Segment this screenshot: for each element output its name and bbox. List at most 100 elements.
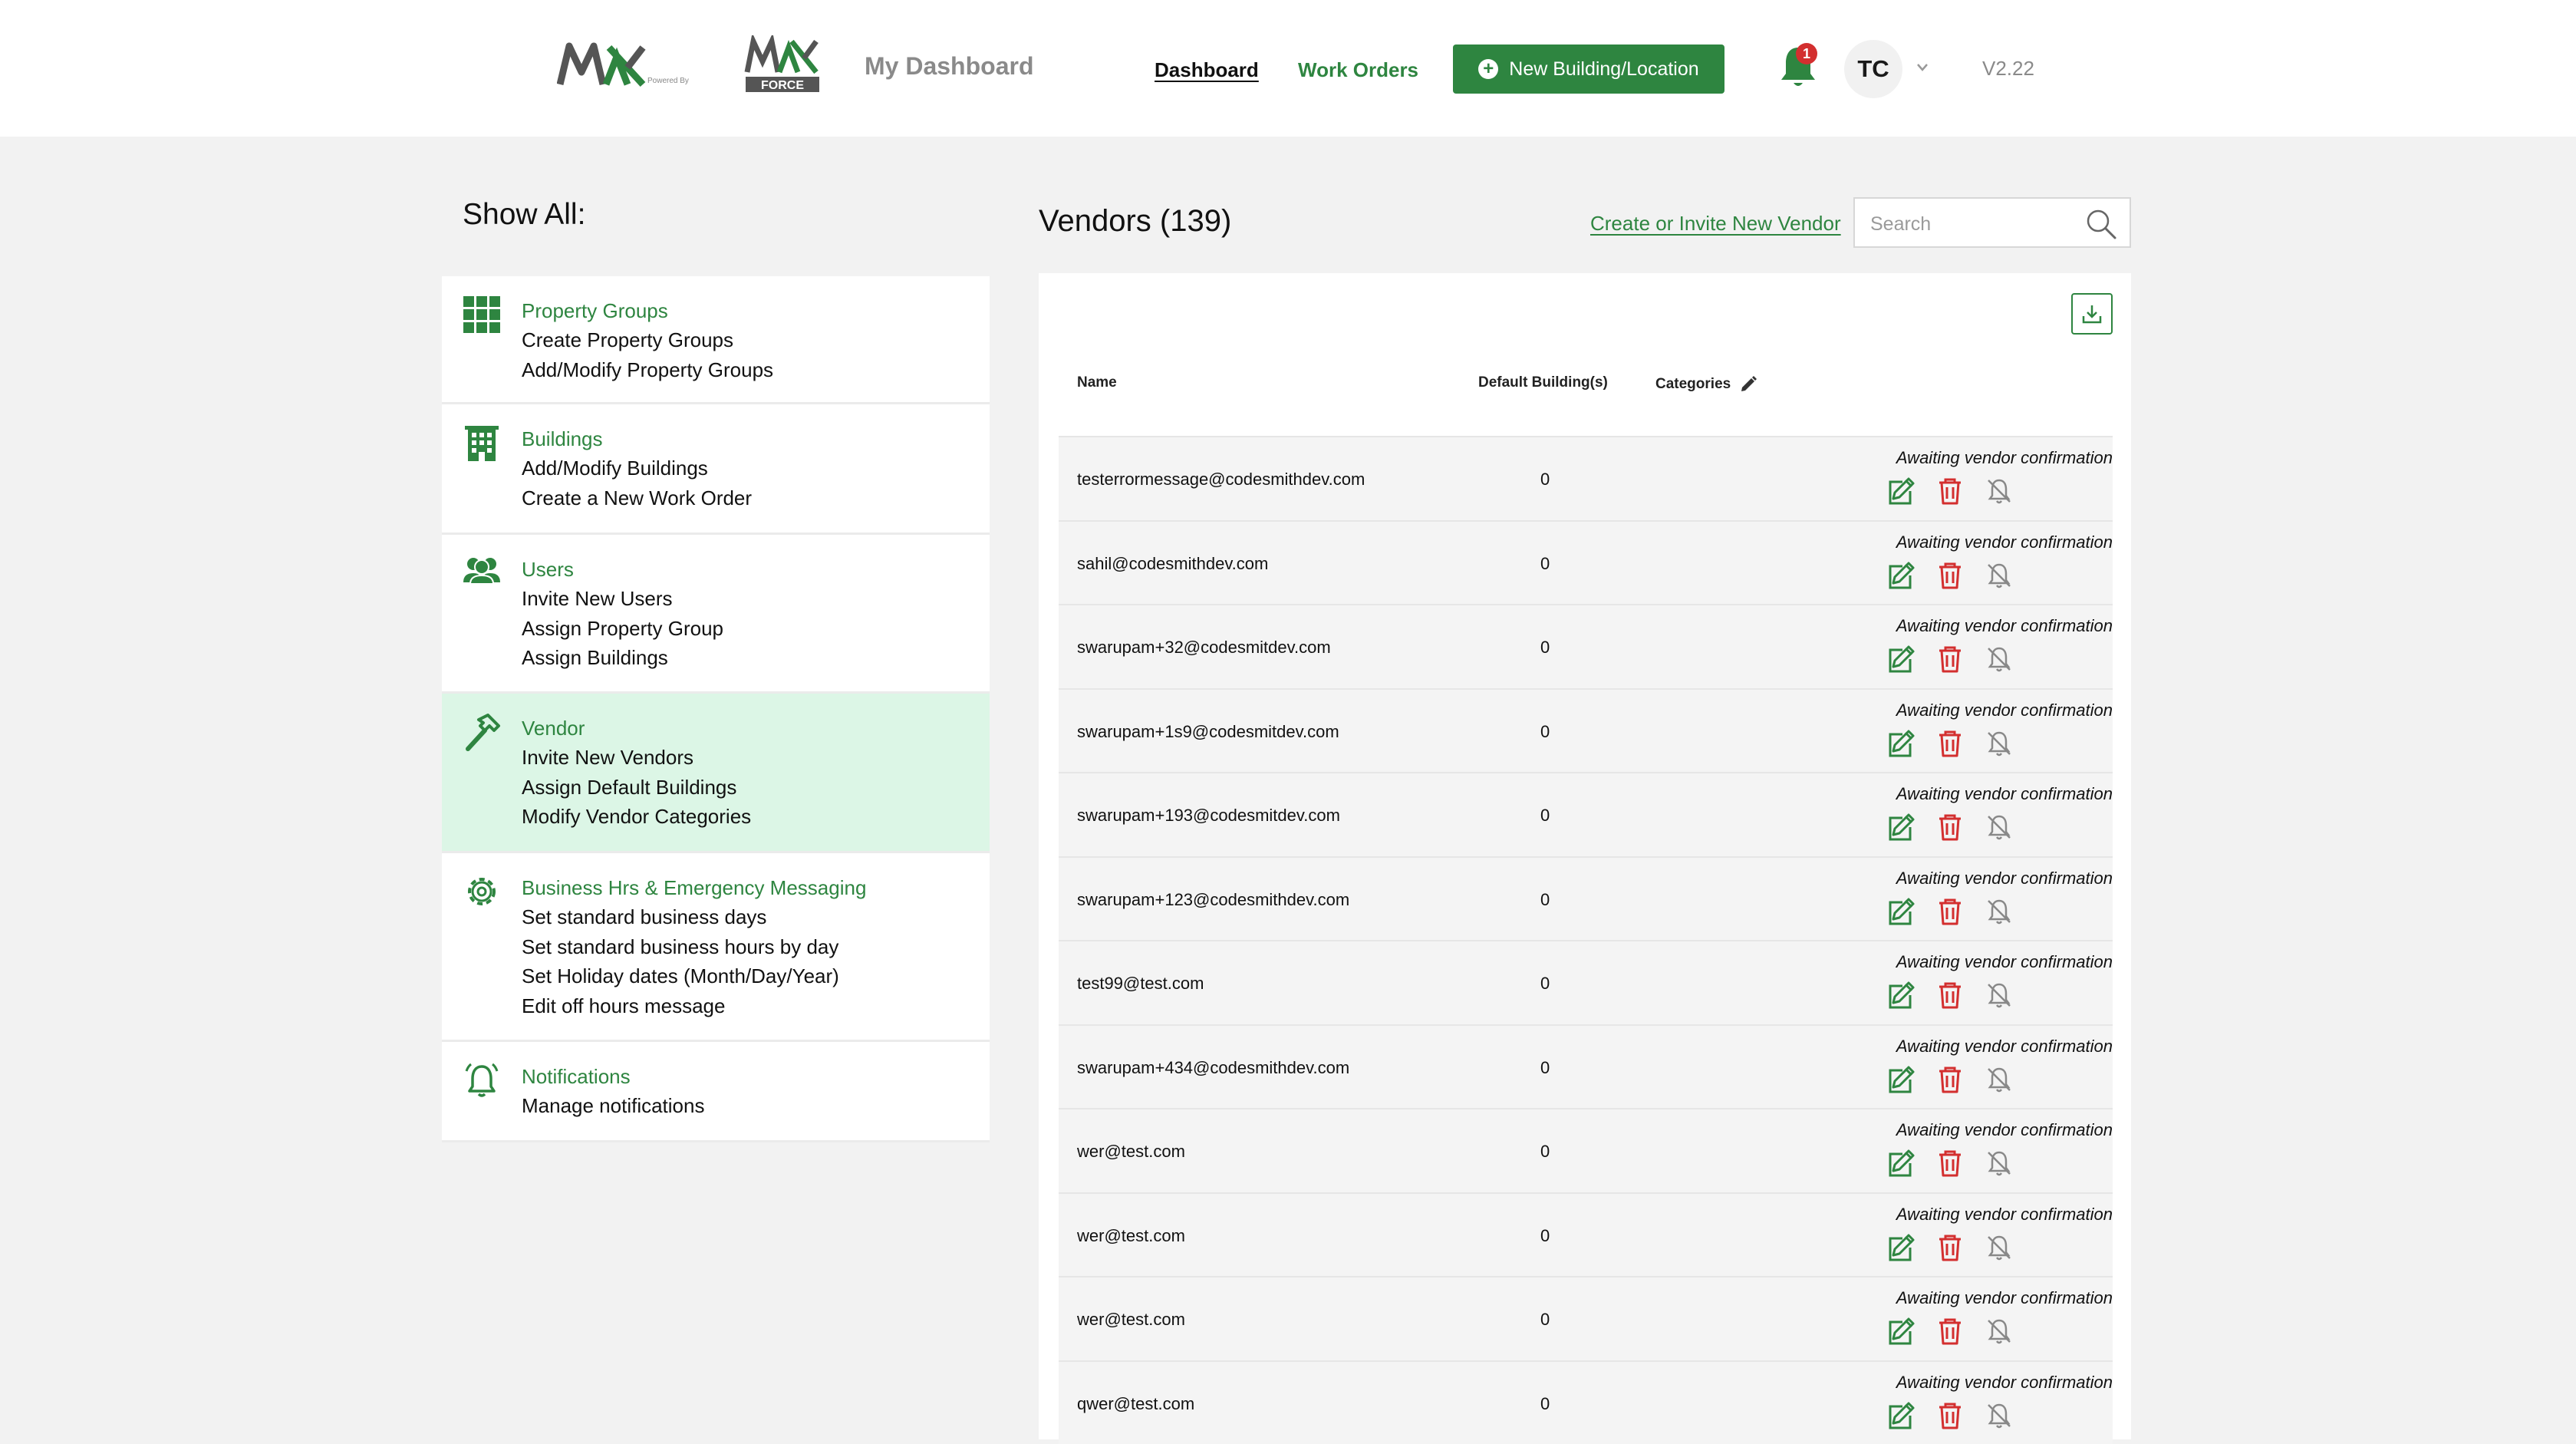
edit-icon[interactable] [1886, 476, 1916, 506]
edit-icon[interactable] [1886, 980, 1916, 1010]
edit-icon[interactable] [1886, 1400, 1916, 1431]
search-input[interactable] [1869, 209, 2079, 239]
bell-off-icon[interactable] [1984, 812, 2014, 842]
table-row[interactable]: swarupam+123@codesmithdev.com 0 Awaiting… [1059, 856, 2113, 941]
delete-icon[interactable] [1935, 728, 1965, 759]
vendor-email: swarupam+193@codesmitdev.com [1077, 806, 1340, 826]
new-building-label: New Building/Location [1509, 58, 1698, 81]
edit-icon[interactable] [1886, 1232, 1916, 1263]
table-row[interactable]: qwer@test.com 0 Awaiting vendor confirma… [1059, 1360, 2113, 1444]
edit-icon[interactable] [1886, 896, 1916, 927]
download-button[interactable] [2071, 293, 2113, 335]
default-buildings-count: 0 [1540, 638, 1550, 658]
menu-link-invite-users[interactable]: Invite New Users [522, 584, 990, 614]
bell-off-icon[interactable] [1984, 1148, 2014, 1179]
table-row[interactable]: wer@test.com 0 Awaiting vendor confirmat… [1059, 1192, 2113, 1277]
user-avatar[interactable]: TC [1844, 40, 1902, 98]
status-text: Awaiting vendor confirmation [1896, 784, 2113, 804]
bell-off-icon[interactable] [1984, 644, 2014, 674]
edit-icon[interactable] [1886, 1316, 1916, 1347]
status-text: Awaiting vendor confirmation [1896, 701, 2113, 720]
delete-icon[interactable] [1935, 560, 1965, 591]
mxa-logo: Powered By [557, 37, 710, 91]
table-row[interactable]: swarupam+434@codesmithdev.com 0 Awaiting… [1059, 1024, 2113, 1109]
row-actions [1886, 1400, 2014, 1431]
delete-icon[interactable] [1935, 1148, 1965, 1179]
menu-title-notifications[interactable]: Notifications [522, 1062, 990, 1091]
building-icon [462, 423, 502, 463]
vendor-email: wer@test.com [1077, 1226, 1185, 1246]
bell-off-icon[interactable] [1984, 560, 2014, 591]
menu-link-create-work-order[interactable]: Create a New Work Order [522, 483, 990, 513]
menu-title-buildings[interactable]: Buildings [522, 424, 990, 453]
bell-off-icon[interactable] [1984, 728, 2014, 759]
delete-icon[interactable] [1935, 812, 1965, 842]
delete-icon[interactable] [1935, 1400, 1965, 1431]
bell-off-icon[interactable] [1984, 1064, 2014, 1095]
pencil-icon[interactable] [1738, 374, 1758, 394]
edit-icon[interactable] [1886, 560, 1916, 591]
status-text: Awaiting vendor confirmation [1896, 1288, 2113, 1308]
delete-icon[interactable] [1935, 896, 1965, 927]
delete-icon[interactable] [1935, 644, 1965, 674]
menu-link-modify-vendor-categories[interactable]: Modify Vendor Categories [522, 802, 990, 832]
show-all-heading: Show All: [463, 198, 585, 232]
nav-dashboard-link[interactable]: Dashboard [1155, 58, 1259, 82]
column-header-default-buildings[interactable]: Default Building(s) [1478, 374, 1608, 391]
menu-section-notifications: Notifications Manage notifications [442, 1042, 990, 1142]
table-row[interactable]: swarupam+32@codesmitdev.com 0 Awaiting v… [1059, 604, 2113, 688]
menu-link-modify-buildings[interactable]: Add/Modify Buildings [522, 453, 990, 483]
new-building-button[interactable]: + New Building/Location [1453, 45, 1724, 94]
table-row[interactable]: swarupam+1s9@codesmitdev.com 0 Awaiting … [1059, 688, 2113, 773]
table-row[interactable]: wer@test.com 0 Awaiting vendor confirmat… [1059, 1108, 2113, 1192]
delete-icon[interactable] [1935, 1316, 1965, 1347]
bell-off-icon[interactable] [1984, 1232, 2014, 1263]
menu-title-property-groups[interactable]: Property Groups [522, 296, 990, 325]
edit-icon[interactable] [1886, 644, 1916, 674]
edit-icon[interactable] [1886, 812, 1916, 842]
bell-off-icon[interactable] [1984, 1316, 2014, 1347]
chevron-down-icon[interactable] [1915, 61, 1930, 74]
menu-link-business-hours[interactable]: Set standard business hours by day [522, 932, 990, 962]
menu-link-holiday-dates[interactable]: Set Holiday dates (Month/Day/Year) [522, 961, 990, 991]
menu-link-manage-notifications[interactable]: Manage notifications [522, 1091, 990, 1121]
create-vendor-link[interactable]: Create or Invite New Vendor [1590, 212, 1841, 236]
delete-icon[interactable] [1935, 1064, 1965, 1095]
table-row[interactable]: wer@test.com 0 Awaiting vendor confirmat… [1059, 1276, 2113, 1360]
menu-link-invite-vendors[interactable]: Invite New Vendors [522, 743, 990, 773]
menu-link-modify-property-groups[interactable]: Add/Modify Property Groups [522, 355, 990, 385]
table-row[interactable]: swarupam+193@codesmitdev.com 0 Awaiting … [1059, 772, 2113, 856]
edit-icon[interactable] [1886, 728, 1916, 759]
delete-icon[interactable] [1935, 980, 1965, 1010]
delete-icon[interactable] [1935, 476, 1965, 506]
menu-link-business-days[interactable]: Set standard business days [522, 902, 990, 932]
menu-link-create-property-groups[interactable]: Create Property Groups [522, 325, 990, 355]
menu-title-vendor[interactable]: Vendor [522, 714, 990, 743]
default-buildings-count: 0 [1540, 806, 1550, 826]
bell-off-icon[interactable] [1984, 476, 2014, 506]
row-actions [1886, 560, 2014, 591]
menu-title-business-hours[interactable]: Business Hrs & Emergency Messaging [522, 873, 990, 902]
row-actions [1886, 1064, 2014, 1095]
menu-title-users[interactable]: Users [522, 555, 990, 584]
menu-link-assign-default-buildings[interactable]: Assign Default Buildings [522, 773, 990, 803]
delete-icon[interactable] [1935, 1232, 1965, 1263]
bell-off-icon[interactable] [1984, 896, 2014, 927]
default-buildings-count: 0 [1540, 1058, 1550, 1078]
search-icon[interactable] [2085, 208, 2117, 240]
menu-link-off-hours-message[interactable]: Edit off hours message [522, 991, 990, 1021]
bell-off-icon[interactable] [1984, 1400, 2014, 1431]
default-buildings-count: 0 [1540, 554, 1550, 574]
edit-icon[interactable] [1886, 1064, 1916, 1095]
table-row[interactable]: testerrormessage@codesmithdev.com 0 Awai… [1059, 436, 2113, 520]
nav-work-orders-link[interactable]: Work Orders [1298, 58, 1418, 82]
table-row[interactable]: test99@test.com 0 Awaiting vendor confir… [1059, 940, 2113, 1024]
bell-off-icon[interactable] [1984, 980, 2014, 1010]
status-text: Awaiting vendor confirmation [1896, 616, 2113, 636]
edit-icon[interactable] [1886, 1148, 1916, 1179]
table-row[interactable]: sahil@codesmithdev.com 0 Awaiting vendor… [1059, 520, 2113, 605]
default-buildings-count: 0 [1540, 1142, 1550, 1162]
column-header-name[interactable]: Name [1077, 374, 1117, 391]
menu-link-assign-property-group[interactable]: Assign Property Group [522, 614, 990, 644]
menu-link-assign-buildings[interactable]: Assign Buildings [522, 643, 990, 673]
